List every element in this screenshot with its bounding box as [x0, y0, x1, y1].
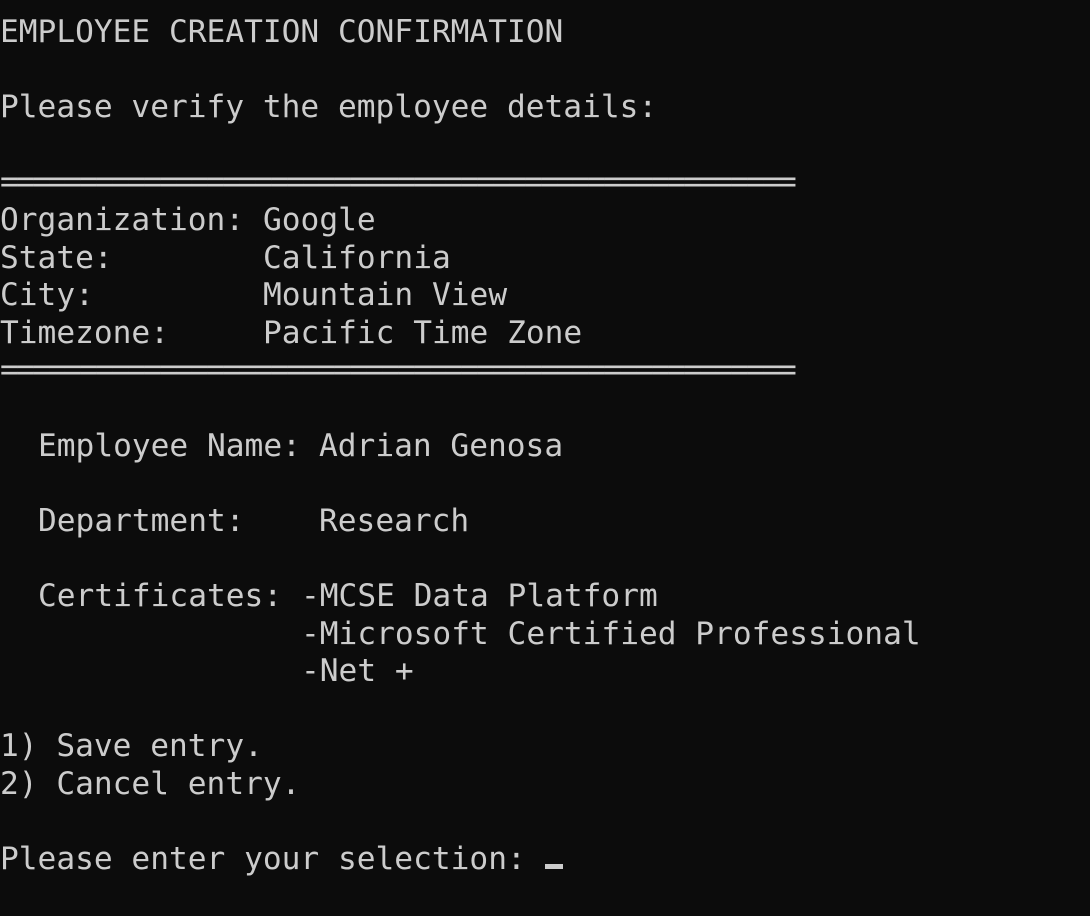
- selection-input-line[interactable]: Please enter your selection:: [0, 841, 1090, 879]
- timezone-row: Timezone: Pacific Time Zone: [0, 315, 1090, 353]
- separator-bottom: ========================================…: [0, 352, 797, 389]
- certificate-item: -MCSE Data Platform: [301, 577, 658, 614]
- certificate-item: -Net +: [301, 653, 414, 690]
- city-row: City: Mountain View: [0, 277, 1090, 315]
- organization-label: Organization:: [0, 201, 245, 238]
- organization-value: Google: [263, 201, 376, 238]
- organization-row: Organization: Google: [0, 202, 1090, 240]
- screen-title: EMPLOYEE CREATION CONFIRMATION: [0, 14, 564, 50]
- employee-name-label: Employee Name:: [38, 427, 301, 464]
- timezone-value: Pacific Time Zone: [263, 314, 583, 351]
- state-value: California: [263, 239, 451, 276]
- department-row: Department: Research: [0, 503, 1090, 541]
- separator-top: ========================================…: [0, 164, 797, 201]
- timezone-label: Timezone:: [0, 314, 169, 351]
- certificates-row: Certificates: -MCSE Data Platform: [0, 578, 1090, 616]
- menu-option-save: 1) Save entry.: [0, 728, 263, 765]
- department-value: Research: [319, 502, 470, 539]
- certificate-row: -Net +: [0, 653, 1090, 691]
- city-label: City:: [0, 277, 94, 314]
- employee-name-row: Employee Name: Adrian Genosa: [0, 428, 1090, 466]
- state-row: State: California: [0, 240, 1090, 278]
- cursor-icon: [544, 864, 563, 870]
- employee-name-value: Adrian Genosa: [319, 427, 564, 464]
- department-label: Department:: [38, 502, 245, 539]
- verify-prompt: Please verify the employee details:: [0, 89, 658, 126]
- terminal-window: { "header": { "title": "EMPLOYEE CREATIO…: [0, 0, 1090, 916]
- menu-option-cancel: 2) Cancel entry.: [0, 765, 301, 802]
- certificate-item: -Microsoft Certified Professional: [301, 615, 921, 652]
- certificate-row: -Microsoft Certified Professional: [0, 616, 1090, 654]
- console-output: EMPLOYEE CREATION CONFIRMATION Please ve…: [0, 14, 1090, 916]
- city-value: Mountain View: [263, 277, 508, 314]
- selection-prompt: Please enter your selection:: [0, 841, 545, 878]
- state-label: State:: [0, 239, 113, 276]
- certificates-label: Certificates:: [38, 577, 283, 614]
